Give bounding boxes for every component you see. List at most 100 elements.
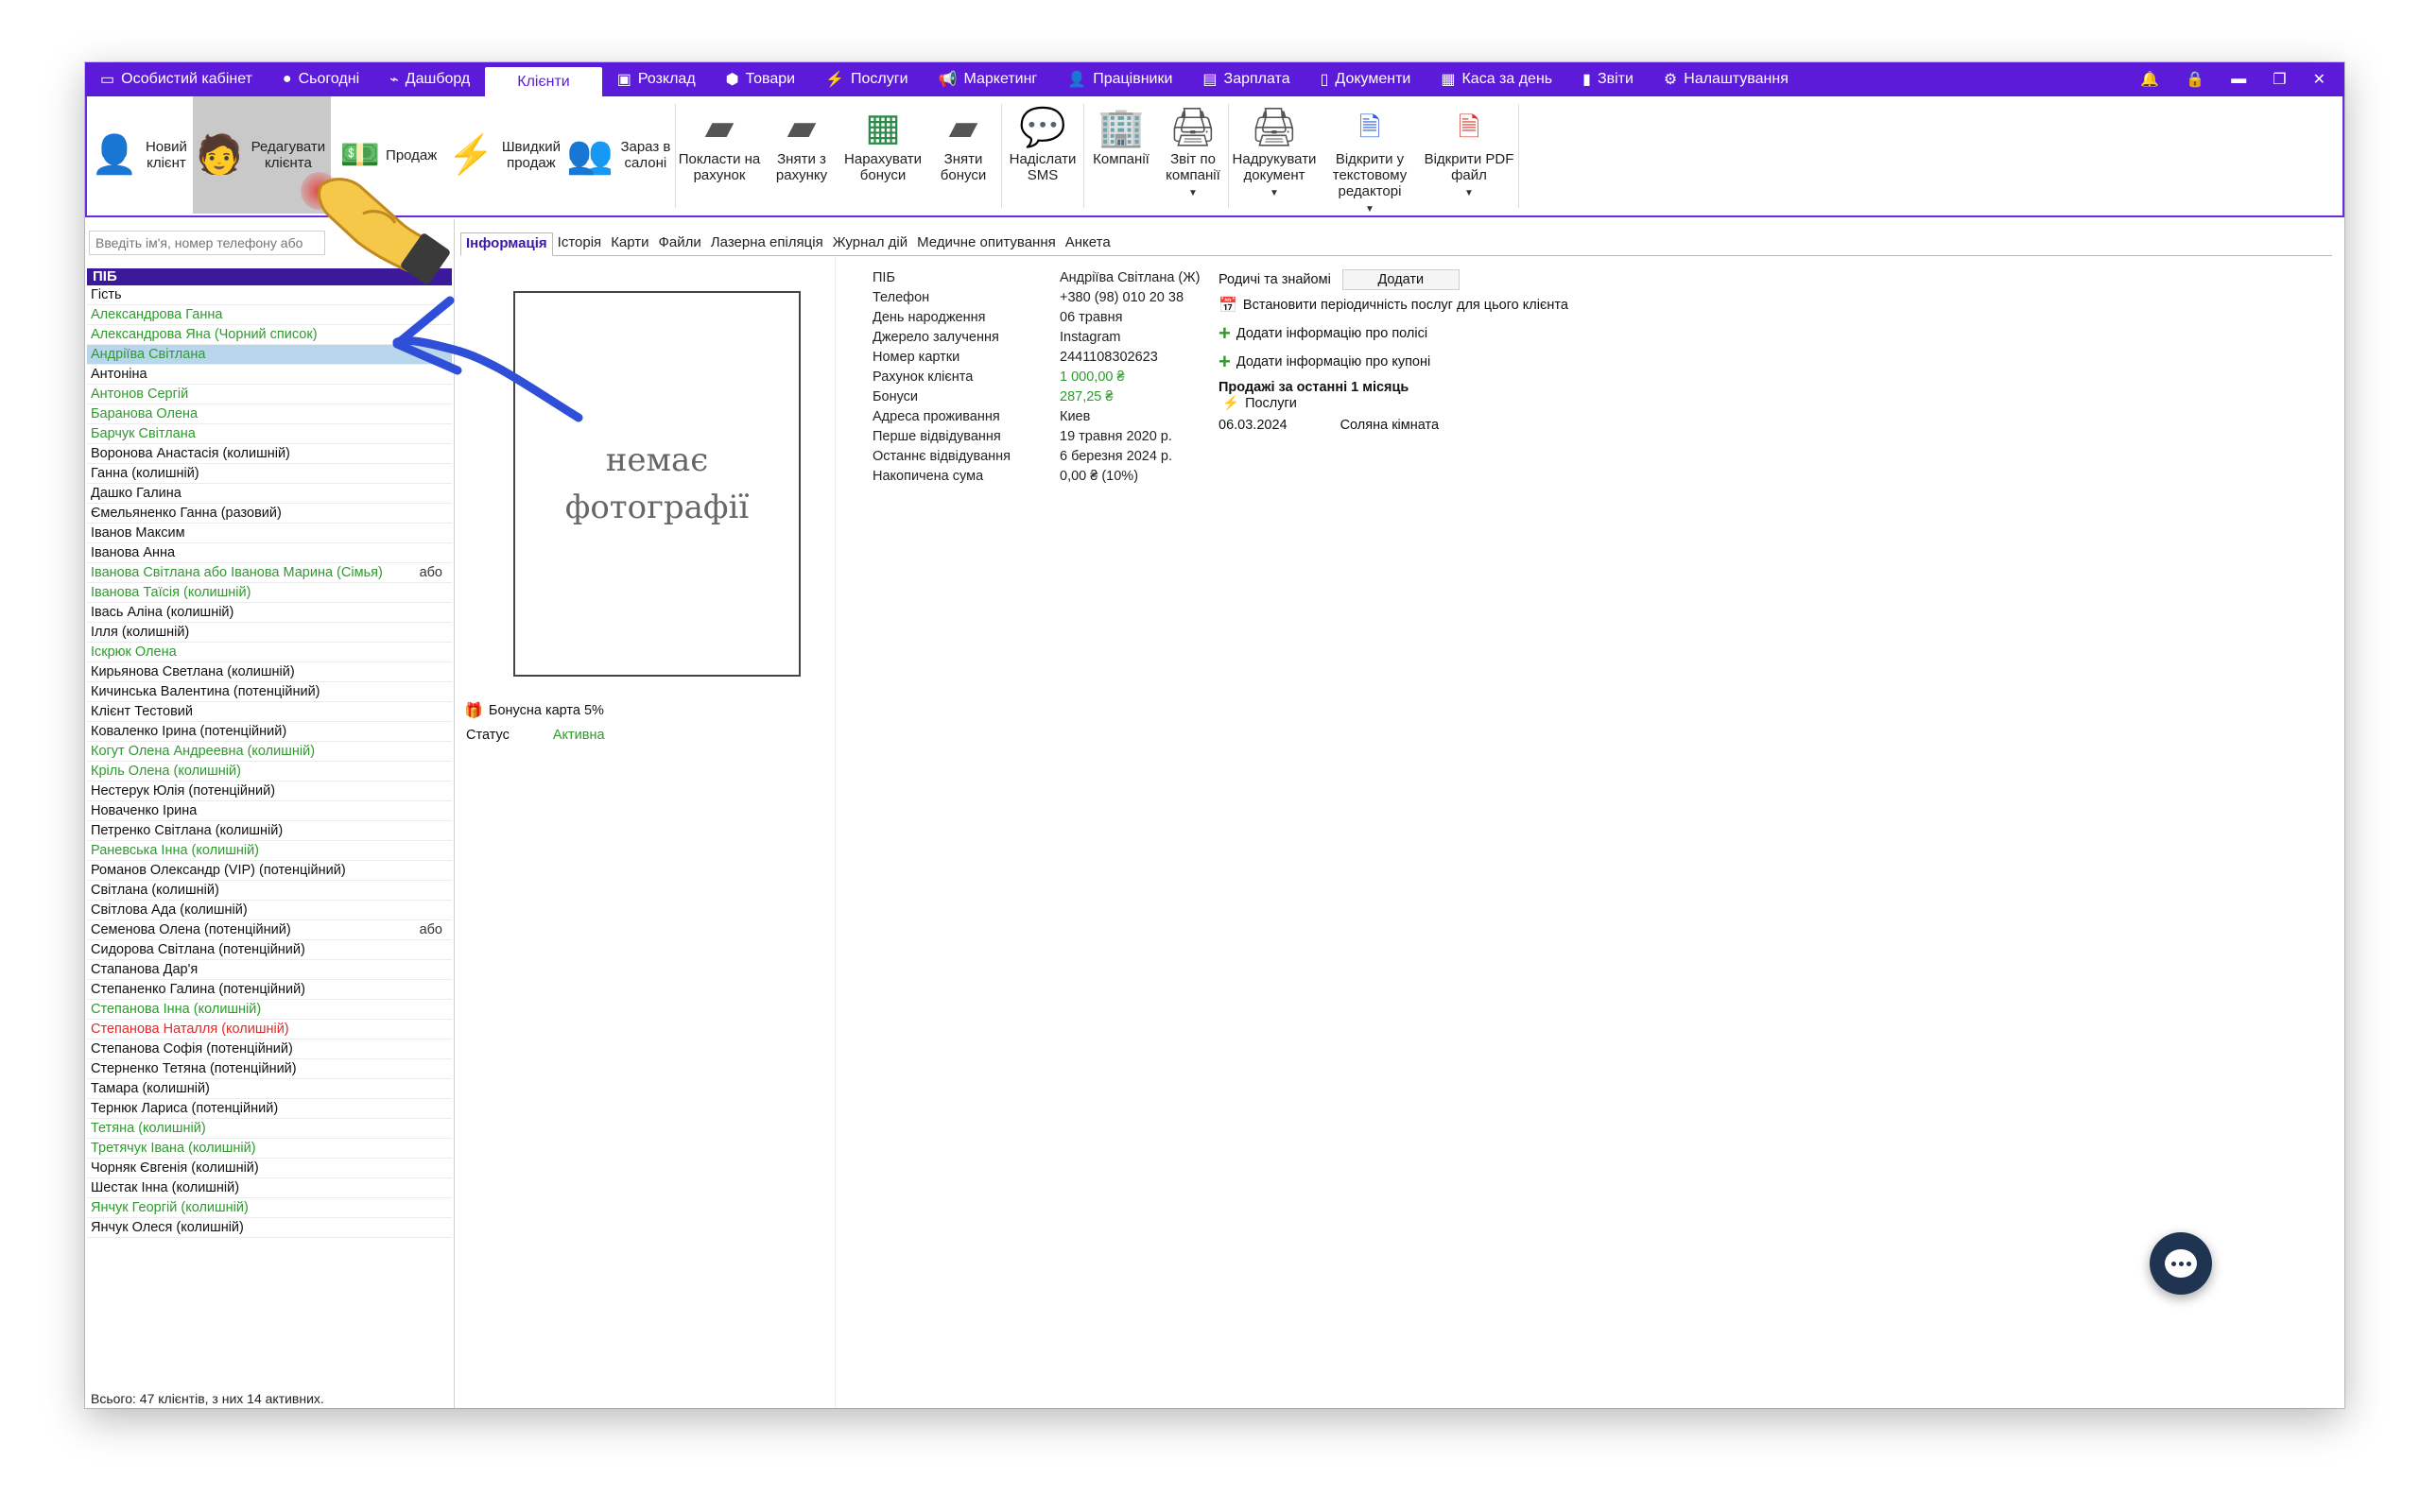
client-search-input[interactable] — [89, 231, 325, 255]
client-row[interactable]: Александрова Яна (Чорний список) — [87, 325, 452, 345]
menu-today[interactable]: ● Сьогодні — [268, 62, 374, 96]
menu-personal-cabinet[interactable]: ▭ Особистий кабінет — [85, 62, 268, 96]
add-bonus-button[interactable]: ▦ Нарахувати бонуси — [840, 96, 925, 214]
client-row[interactable]: Антонов Сергій — [87, 385, 452, 404]
client-row[interactable]: Гість — [87, 285, 452, 305]
in-salon-button[interactable]: 👥 Зараз в салоні — [563, 96, 675, 214]
client-row[interactable]: Романов Олександр (VIP) (потенційний) — [87, 861, 452, 881]
client-row[interactable]: Андріїва Світлана — [87, 345, 452, 365]
client-row[interactable]: Баранова Олена — [87, 404, 452, 424]
print-document-button[interactable]: 🖨 Надрукувати документ ▼ — [1229, 96, 1320, 214]
client-row[interactable]: Воронова Анастасія (колишній) — [87, 444, 452, 464]
quick-sale-button[interactable]: ⚡ Швидкий продаж — [446, 96, 563, 214]
client-row[interactable]: Кичинська Валентина (потенційний) — [87, 682, 452, 702]
details-tab[interactable]: Інформація — [460, 232, 553, 256]
client-row[interactable]: Чорняк Євгенія (колишній) — [87, 1159, 452, 1178]
client-row[interactable]: Раневська Інна (колишній) — [87, 841, 452, 861]
deposit-label: Покласти на рахунок — [678, 151, 761, 183]
client-row[interactable]: Іванова Таїсія (колишній) — [87, 583, 452, 603]
client-row[interactable]: Сидорова Світлана (потенційний) — [87, 940, 452, 960]
open-pdf-button[interactable]: 🗎 Відкрити PDF файл ▼ — [1420, 96, 1518, 214]
send-sms-button[interactable]: 💬 Надіслати SMS — [1002, 96, 1083, 214]
add-relative-button[interactable]: Додати — [1341, 269, 1460, 290]
sale-button[interactable]: 💵 Продаж — [331, 96, 446, 214]
edit-client-button[interactable]: 🧑 Редагувати клієнта — [193, 96, 331, 214]
menu-goods[interactable]: ⬢ Товари — [711, 62, 810, 96]
remove-bonus-button[interactable]: ▰ Зняти бонуси — [925, 96, 1001, 214]
deposit-button[interactable]: ▰ Покласти на рахунок — [676, 96, 763, 214]
withdraw-button[interactable]: ▰ Зняти з рахунку — [763, 96, 840, 214]
minimize-icon[interactable]: ▬ — [2231, 71, 2246, 88]
menu-marketing[interactable]: 📢 Маркетинг — [924, 62, 1053, 96]
add-coupon-link[interactable]: + Додати інформацію про купоні — [1219, 352, 1568, 372]
details-tab[interactable]: Файли — [654, 232, 706, 255]
client-row[interactable]: Кирьянова Светлана (колишній) — [87, 662, 452, 682]
menu-cashbox[interactable]: ▦ Каса за день — [1426, 62, 1567, 96]
client-row[interactable]: Іванов Максим — [87, 524, 452, 543]
client-row[interactable]: Ємельяненко Ганна (разовий) — [87, 504, 452, 524]
client-row[interactable]: Стерненко Тетяна (потенційний) — [87, 1059, 452, 1079]
client-row[interactable]: Когут Олена Андреевна (колишній) — [87, 742, 452, 762]
lock-icon[interactable]: 🔒 — [2186, 70, 2204, 89]
menu-services[interactable]: ⚡ Послуги — [810, 62, 923, 96]
client-row[interactable]: Коваленко Ірина (потенційний) — [87, 722, 452, 742]
company-report-button[interactable]: 🖨 Звіт по компанії ▼ — [1158, 96, 1228, 214]
client-row[interactable]: Дашко Галина — [87, 484, 452, 504]
client-row[interactable]: Івась Аліна (колишній) — [87, 603, 452, 623]
menu-dashboard[interactable]: ⌁ Дашборд — [374, 62, 485, 96]
menu-clients[interactable]: Клієнти — [485, 67, 602, 96]
client-row[interactable]: Петренко Світлана (колишній) — [87, 821, 452, 841]
client-row[interactable]: Нестерук Юлія (потенційний) — [87, 782, 452, 801]
client-row[interactable]: Тамара (колишній) — [87, 1079, 452, 1099]
details-tab[interactable]: Анкета — [1061, 232, 1115, 255]
menu-employees[interactable]: 👤 Працівники — [1052, 62, 1187, 96]
details-tab[interactable]: Карти — [606, 232, 653, 255]
client-row[interactable]: Іванова Анна — [87, 543, 452, 563]
menu-documents[interactable]: ▯ Документи — [1305, 62, 1426, 96]
sale-row[interactable]: 06.03.2024 Соляна кімната — [1219, 418, 1568, 433]
details-tab[interactable]: Журнал дій — [828, 232, 912, 255]
client-row[interactable]: Світлова Ада (колишній) — [87, 901, 452, 920]
menu-salary[interactable]: ▤ Зарплата — [1187, 62, 1305, 96]
menu-schedule[interactable]: ▣ Розклад — [602, 62, 711, 96]
client-row[interactable]: Шестак Інна (колишній) — [87, 1178, 452, 1198]
details-tab[interactable]: Історія — [553, 232, 607, 255]
new-client-button[interactable]: 👤 Новий клієнт — [87, 96, 193, 214]
no-photo-placeholder[interactable]: немає фотографії — [513, 291, 801, 677]
list-header-name[interactable]: ПІБ — [87, 268, 452, 285]
details-tab[interactable]: Медичне опитування — [912, 232, 1061, 255]
client-row[interactable]: Новаченко Ірина — [87, 801, 452, 821]
client-row[interactable]: Степанова Софія (потенційний) — [87, 1040, 452, 1059]
chat-button[interactable] — [2150, 1232, 2212, 1295]
client-row[interactable]: Степанова Наталля (колишній) — [87, 1020, 452, 1040]
client-row[interactable]: Янчук Георгій (колишній) — [87, 1198, 452, 1218]
menu-settings[interactable]: ⚙ Налаштування — [1649, 62, 1804, 96]
client-row[interactable]: Іванова Світлана або Іванова Марина (Сім… — [87, 563, 452, 583]
companies-button[interactable]: 🏢 Компанії — [1084, 96, 1158, 214]
bell-icon[interactable]: 🔔 — [2140, 70, 2159, 89]
set-periodicity-link[interactable]: 📅 Встановити періодичність послуг для ць… — [1219, 295, 1568, 316]
menu-reports[interactable]: ▮ Звіти — [1567, 62, 1649, 96]
open-text-editor-button[interactable]: 🗎 Відкрити у текстовому редакторі ▼ — [1320, 96, 1420, 215]
client-row[interactable]: Тетяна (колишній) — [87, 1119, 452, 1139]
client-row[interactable]: Антоніна — [87, 365, 452, 385]
client-row[interactable]: Іскрюк Олена — [87, 643, 452, 662]
client-row[interactable]: Ілля (колишній) — [87, 623, 452, 643]
client-row[interactable]: Степаненко Галина (потенційний) — [87, 980, 452, 1000]
client-row[interactable]: Тернюк Лариса (потенційний) — [87, 1099, 452, 1119]
client-row[interactable]: Клієнт Тестовий — [87, 702, 452, 722]
client-row[interactable]: Кріль Олена (колишній) — [87, 762, 452, 782]
details-tab[interactable]: Лазерна епіляція — [706, 232, 828, 255]
client-row[interactable]: Світлана (колишній) — [87, 881, 452, 901]
client-row[interactable]: Александрова Ганна — [87, 305, 452, 325]
add-policy-link[interactable]: + Додати інформацію про полісі — [1219, 323, 1568, 344]
client-row[interactable]: Ганна (колишній) — [87, 464, 452, 484]
client-row[interactable]: Третячук Івана (колишній) — [87, 1139, 452, 1159]
client-row[interactable]: Стапанова Дар'я — [87, 960, 452, 980]
client-row[interactable]: Семенова Олена (потенційний) або — [87, 920, 452, 940]
client-row[interactable]: Барчук Світлана — [87, 424, 452, 444]
client-row[interactable]: Янчук Олеся (колишній) — [87, 1218, 452, 1238]
client-row[interactable]: Степанова Інна (колишній) — [87, 1000, 452, 1020]
close-icon[interactable]: ✕ — [2313, 70, 2325, 89]
restore-icon[interactable]: ❐ — [2273, 70, 2286, 89]
